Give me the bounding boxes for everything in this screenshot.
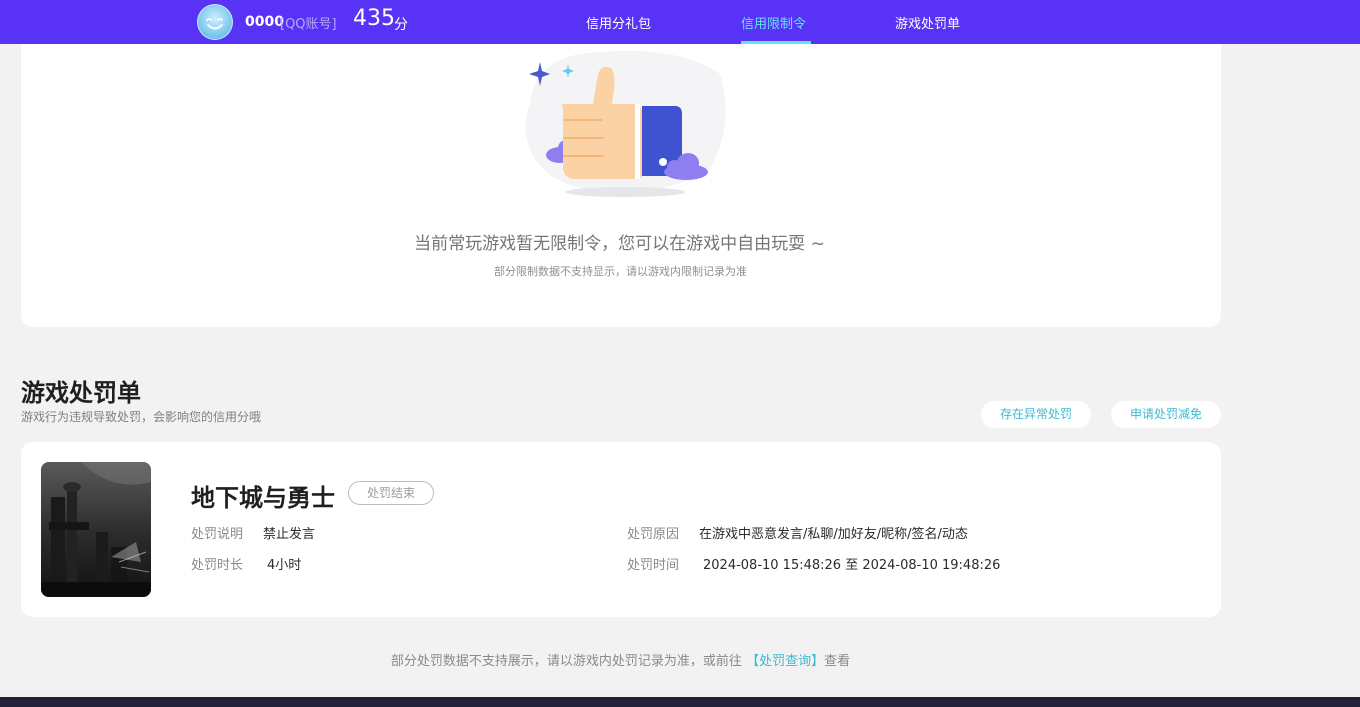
penalty-time-value: 2024-08-10 15:48:26 至 2024-08-10 19:48:2… bbox=[703, 558, 1001, 573]
penalty-duration-value: 4小时 bbox=[267, 558, 302, 573]
penalty-duration-label: 处罚时长 bbox=[191, 558, 244, 573]
account-name: 0000 bbox=[245, 14, 284, 30]
section-subtitle: 游戏行为违规导致处罚，会影响您的信用分哦 bbox=[21, 410, 262, 424]
top-nav-bar: 0000 [QQ账号] 435 分 信用分礼包 信用限制令 游戏处罚单 bbox=[0, 0, 1360, 44]
abnormal-penalty-button[interactable]: 存在异常处罚 bbox=[981, 401, 1091, 428]
penalty-time-label: 处罚时间 bbox=[627, 558, 680, 573]
tab-credit-gift[interactable]: 信用分礼包 bbox=[586, 13, 651, 32]
empty-state-message: 当前常玩游戏暂无限制令，您可以在游戏中自由玩耍 ~ bbox=[414, 234, 825, 254]
account-type-tag: [QQ账号] bbox=[280, 17, 337, 32]
status-badge: 处罚结束 bbox=[348, 481, 434, 505]
penalty-query-link[interactable]: 【处罚查询】 bbox=[746, 654, 824, 669]
user-avatar[interactable] bbox=[197, 4, 233, 40]
thumbs-up-icon bbox=[510, 44, 740, 204]
penalty-desc-label: 处罚说明 bbox=[191, 527, 244, 542]
footer-note: 部分处罚数据不支持展示，请以游戏内处罚记录为准，或前往 【处罚查询】查看 bbox=[0, 650, 1241, 669]
section-title: 游戏处罚单 bbox=[21, 379, 141, 407]
credit-score: 435 bbox=[353, 6, 395, 31]
penalty-reason-label: 处罚原因 bbox=[627, 527, 680, 542]
credit-score-unit: 分 bbox=[394, 17, 408, 33]
penalty-reason-value: 在游戏中恶意发言/私聊/加好友/昵称/签名/动态 bbox=[699, 527, 968, 542]
page-footer-bar bbox=[0, 697, 1360, 707]
footer-note-prefix: 部分处罚数据不支持展示，请以游戏内处罚记录为准，或前往 bbox=[390, 654, 742, 669]
tab-credit-limit[interactable]: 信用限制令 bbox=[741, 13, 806, 32]
empty-state-note: 部分限制数据不支持显示，请以游戏内限制记录为准 bbox=[494, 265, 747, 278]
penalty-desc-value: 禁止发言 bbox=[263, 527, 316, 542]
game-cover-image bbox=[41, 462, 151, 597]
game-title: 地下城与勇士 bbox=[191, 484, 335, 512]
apply-reduction-button[interactable]: 申请处罚减免 bbox=[1111, 401, 1221, 428]
footer-note-suffix: 查看 bbox=[824, 654, 851, 669]
tab-game-penalty[interactable]: 游戏处罚单 bbox=[895, 13, 960, 32]
smile-avatar-icon bbox=[206, 18, 223, 30]
